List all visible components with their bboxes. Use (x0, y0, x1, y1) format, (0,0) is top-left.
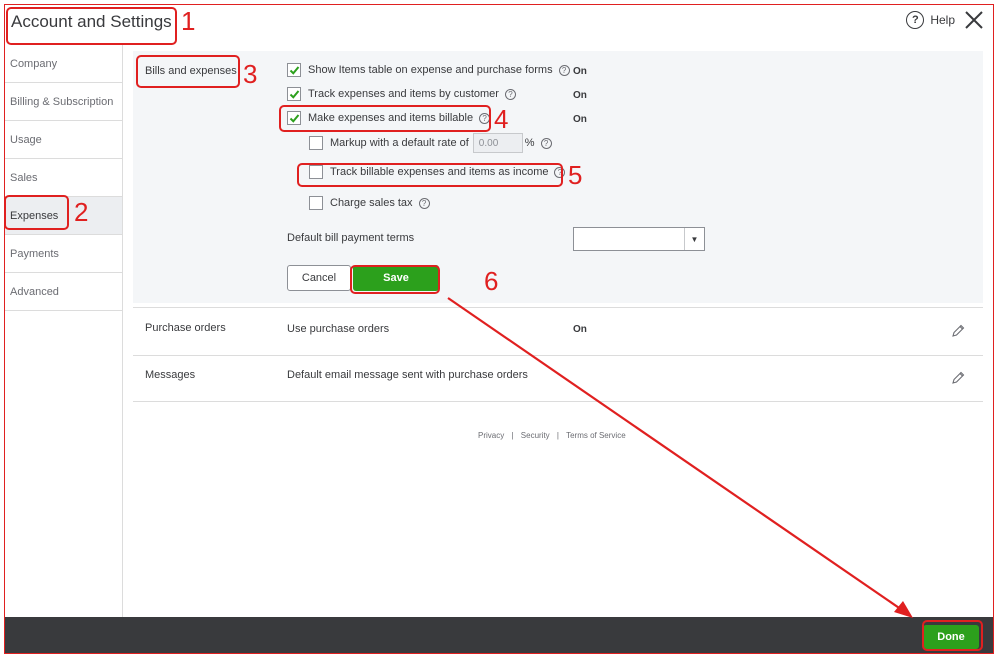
annotation-number-4: 4 (494, 104, 509, 134)
annotation-box-3 (136, 55, 240, 88)
messages-label: Default email message sent with purchase… (287, 369, 528, 381)
annotation-box-1 (6, 7, 177, 45)
annotation-number-1: 1 (181, 6, 196, 36)
bottom-bar: Done (5, 617, 993, 653)
divider (133, 401, 983, 402)
show-items-checkbox[interactable] (287, 63, 301, 77)
charge-tax-label: Charge sales tax (330, 197, 413, 209)
annotation-box-5 (297, 163, 563, 187)
terms-link[interactable]: Terms of Service (566, 431, 626, 440)
help-icon[interactable]: ? (558, 64, 570, 76)
help-icon[interactable]: ? (504, 88, 516, 100)
sidebar-item-advanced[interactable]: Advanced (5, 273, 122, 311)
purchase-orders-label: Use purchase orders (287, 323, 390, 335)
footer-links: Privacy | Security | Terms of Service (478, 431, 626, 440)
make-billable-status: On (573, 114, 587, 125)
sidebar-item-billing-subscription[interactable]: Billing & Subscription (5, 83, 122, 121)
track-by-customer-status: On (573, 90, 587, 101)
sidebar-item-payments[interactable]: Payments (5, 235, 122, 273)
annotation-box-done (922, 620, 983, 651)
divider (133, 355, 983, 356)
divider (133, 307, 983, 308)
annotation-box-6 (350, 265, 440, 294)
privacy-link[interactable]: Privacy (478, 431, 504, 440)
sidebar-item-company[interactable]: Company (5, 45, 122, 83)
charge-tax-checkbox[interactable] (309, 196, 323, 210)
annotation-box-4 (279, 105, 491, 132)
markup-checkbox[interactable] (309, 136, 323, 150)
close-icon[interactable] (963, 9, 985, 31)
help-icon: ? (906, 11, 925, 29)
sidebar-item-usage[interactable]: Usage (5, 121, 122, 159)
chevron-down-icon: ▼ (684, 228, 704, 250)
purchase-orders-section-label: Purchase orders (145, 322, 226, 334)
security-link[interactable]: Security (521, 431, 550, 440)
help-label: Help (930, 13, 955, 27)
markup-rate-input[interactable]: 0.00 (472, 133, 523, 153)
checkmark-icon (289, 89, 299, 99)
purchase-orders-status: On (573, 324, 587, 335)
payment-terms-label: Default bill payment terms (287, 232, 415, 244)
annotation-number-2: 2 (74, 197, 89, 227)
pencil-icon[interactable] (951, 324, 965, 338)
track-by-customer-row: Track expenses and items by customer ? (287, 87, 516, 101)
annotation-box-2 (4, 195, 69, 230)
show-items-label: Show Items table on expense and purchase… (308, 64, 553, 76)
show-items-status: On (573, 66, 587, 77)
charge-tax-row: Charge sales tax ? (309, 196, 430, 210)
pencil-icon[interactable] (951, 371, 965, 385)
annotation-number-6: 6 (484, 266, 499, 296)
sidebar: Company Billing & Subscription Usage Sal… (5, 45, 123, 617)
annotation-number-5: 5 (568, 160, 583, 190)
percent-label: % (524, 137, 535, 149)
checkmark-icon (289, 65, 299, 75)
separator: | (511, 431, 514, 440)
markup-row: Markup with a default rate of 0.00 % ? (309, 133, 552, 153)
track-by-customer-checkbox[interactable] (287, 87, 301, 101)
markup-label: Markup with a default rate of (330, 137, 469, 149)
track-by-customer-label: Track expenses and items by customer (308, 88, 499, 100)
help-icon[interactable]: ? (418, 197, 430, 209)
help-link[interactable]: ? Help (906, 11, 955, 29)
cancel-button[interactable]: Cancel (287, 265, 351, 291)
messages-section-label: Messages (145, 369, 196, 381)
help-icon[interactable]: ? (540, 137, 552, 149)
main-content: Bills and expenses Show Items table on e… (123, 45, 993, 617)
show-items-row: Show Items table on expense and purchase… (287, 63, 570, 77)
sidebar-item-sales[interactable]: Sales (5, 159, 122, 197)
payment-terms-select[interactable]: ▼ (573, 227, 705, 251)
settings-window: Account and Settings ? Help Company Bill… (4, 4, 994, 654)
annotation-number-3: 3 (243, 59, 258, 89)
separator: | (556, 431, 559, 440)
